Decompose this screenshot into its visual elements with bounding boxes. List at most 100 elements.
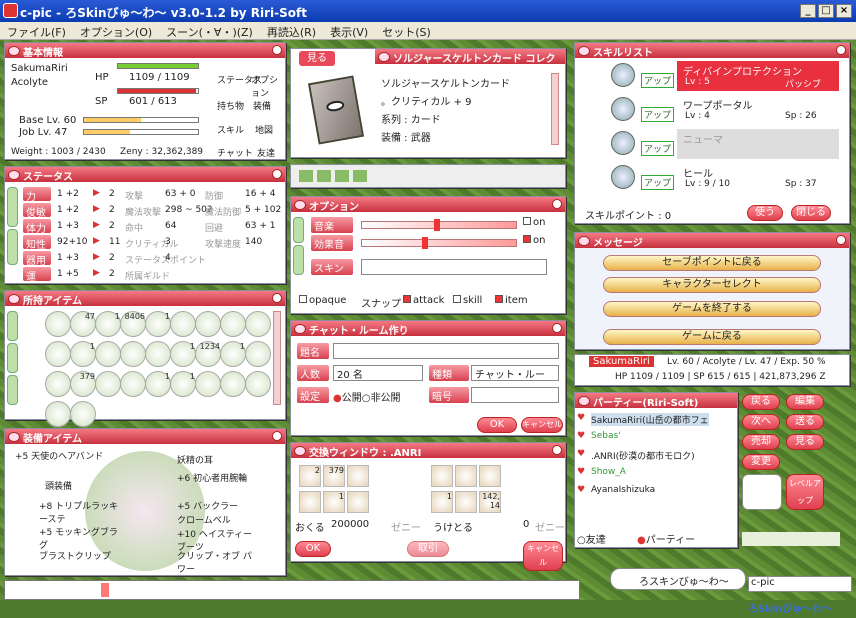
options-title[interactable]: オプション [291, 197, 565, 213]
inventory-slot[interactable]: 379 [70, 371, 96, 397]
trade-slot[interactable] [455, 491, 477, 513]
inventory-slot[interactable] [120, 341, 146, 367]
skill-icon[interactable] [611, 97, 635, 121]
skill-row[interactable]: ニューマ [677, 129, 839, 159]
inventory-slot[interactable] [245, 341, 271, 367]
trade-slot[interactable] [347, 491, 369, 513]
party-view-button[interactable]: 見る [786, 434, 824, 450]
return-game-button[interactable]: ゲームに戻る [603, 329, 821, 345]
item-checkbox[interactable] [495, 295, 503, 303]
equip-accessory-right[interactable]: クリップ・オブ パワー [177, 549, 257, 575]
stat-up-button[interactable]: ▶ [93, 236, 100, 246]
friend-radio[interactable]: ○ [577, 535, 586, 546]
inventory-slot[interactable]: 1 [170, 341, 196, 367]
menu-soon[interactable]: スーン(・∀・)(Z) [159, 22, 260, 42]
equip-bell[interactable]: クロームベル [177, 513, 231, 526]
inventory-title[interactable]: 所持アイテム [5, 291, 285, 307]
close-button[interactable]: × [836, 4, 852, 18]
chat-input[interactable] [4, 580, 580, 600]
trade-slot[interactable] [479, 465, 501, 487]
music-slider[interactable] [361, 219, 517, 231]
message-title[interactable]: メッセージ [575, 233, 849, 249]
inventory-slot[interactable] [195, 311, 221, 337]
option-tab[interactable] [293, 217, 304, 243]
card-scrollbar[interactable] [551, 73, 559, 145]
level-up-button[interactable]: レベルアップ [786, 474, 824, 510]
menu-reload[interactable]: 再読込(R) [260, 22, 323, 42]
party-next-button[interactable]: 次へ [742, 414, 780, 430]
party-member[interactable]: .ANRI(砂漠の都市モロク) [591, 449, 695, 462]
chat-button[interactable]: チャット [217, 146, 253, 159]
equip-garment[interactable]: +5 モッキングブラグ [39, 525, 119, 551]
inventory-slot[interactable] [145, 341, 171, 367]
inventory-slot[interactable]: 47 [70, 311, 96, 337]
status-tab[interactable] [7, 187, 18, 227]
equip-button[interactable]: 装備 [253, 99, 271, 112]
menu-file[interactable]: ファイル(F) [0, 22, 73, 42]
stat-up-button[interactable]: ▶ [93, 204, 100, 214]
party-back-button[interactable]: 戻る [742, 394, 780, 410]
trade-slot[interactable]: 2 [299, 465, 321, 487]
sfx-checkbox[interactable] [523, 235, 531, 243]
music-checkbox[interactable] [523, 217, 531, 225]
skill-up-button[interactable]: アップ [641, 175, 675, 190]
maximize-button[interactable]: □ [818, 4, 834, 18]
chat-ok-button[interactable]: OK [477, 417, 517, 433]
party-edit-button[interactable]: 編集 [786, 394, 824, 410]
opaque-checkbox[interactable] [299, 295, 307, 303]
stat-up-button[interactable]: ▶ [93, 188, 100, 198]
map-button[interactable]: 地図 [255, 123, 273, 136]
inventory-slot[interactable]: 1234 [195, 341, 221, 367]
party-send-button[interactable]: 送る [786, 414, 824, 430]
skill-checkbox[interactable] [453, 295, 461, 303]
card-title[interactable]: ソルジャースケルトンカード コレクション [375, 49, 565, 80]
inventory-slot[interactable] [70, 401, 96, 427]
inventory-slot[interactable] [45, 371, 71, 397]
sfx-slider[interactable] [361, 237, 517, 249]
inventory-slot[interactable]: 1 [220, 341, 246, 367]
party-radio[interactable]: ● [637, 535, 646, 546]
party-change-button[interactable]: 変更 [742, 454, 780, 470]
trade-slot[interactable] [431, 465, 453, 487]
look-button[interactable]: 見る [299, 51, 335, 66]
option-button[interactable]: オプション [251, 73, 285, 99]
inventory-slot[interactable]: 1 [170, 371, 196, 397]
skill-row[interactable]: ディバインプロテクション Lv : 5 パッシブ [677, 61, 839, 91]
friend-button[interactable]: 友達 [257, 146, 275, 159]
stat-up-button[interactable]: ▶ [93, 220, 100, 230]
stat-up-button[interactable]: ▶ [93, 252, 100, 262]
inventory-slot[interactable] [95, 341, 121, 367]
trade-slot[interactable] [455, 465, 477, 487]
trade-slot[interactable]: 142, 14 [479, 491, 501, 513]
skill-icon[interactable] [611, 131, 635, 155]
inventory-slot[interactable] [170, 311, 196, 337]
inventory-button[interactable]: 持ち物 [217, 99, 244, 112]
skill-up-button[interactable]: アップ [641, 141, 675, 156]
inventory-slot[interactable] [45, 311, 71, 337]
equip-head[interactable]: +5 天使のヘアバンド [15, 449, 105, 462]
skill-icon[interactable] [611, 63, 635, 87]
equip-weapon[interactable]: +8 トリプルラッキーステ [39, 499, 119, 525]
inventory-slot[interactable] [220, 311, 246, 337]
chat-pw-input[interactable] [471, 387, 559, 403]
inventory-slot[interactable] [45, 341, 71, 367]
stat-up-button[interactable]: ▶ [93, 268, 100, 278]
chat-cancel-button[interactable]: キャンセル [521, 417, 563, 433]
trade-cancel-button[interactable]: キャンセル [523, 541, 563, 571]
skin-select[interactable] [361, 259, 547, 275]
minimize-button[interactable]: _ [800, 4, 816, 18]
trade-title[interactable]: 交換ウィンドウ : .ANRI [291, 443, 565, 459]
skill-row[interactable]: ヒール Lv : 9 / 10 Sp : 37 [677, 163, 839, 193]
skill-tab[interactable] [7, 229, 18, 265]
chat-title-input[interactable] [333, 343, 559, 359]
attack-checkbox[interactable] [403, 295, 411, 303]
party-member[interactable]: Sebas' [591, 431, 621, 441]
inventory-slot[interactable] [45, 401, 71, 427]
card-slot-icons[interactable] [299, 170, 369, 182]
chat-slider[interactable] [101, 583, 109, 597]
skill-up-button[interactable]: アップ [641, 107, 675, 122]
inventory-slot[interactable] [245, 311, 271, 337]
inventory-scrollbar[interactable] [273, 311, 281, 405]
inventory-slot[interactable]: 1 [70, 341, 96, 367]
shortcut-tab[interactable] [293, 245, 304, 275]
